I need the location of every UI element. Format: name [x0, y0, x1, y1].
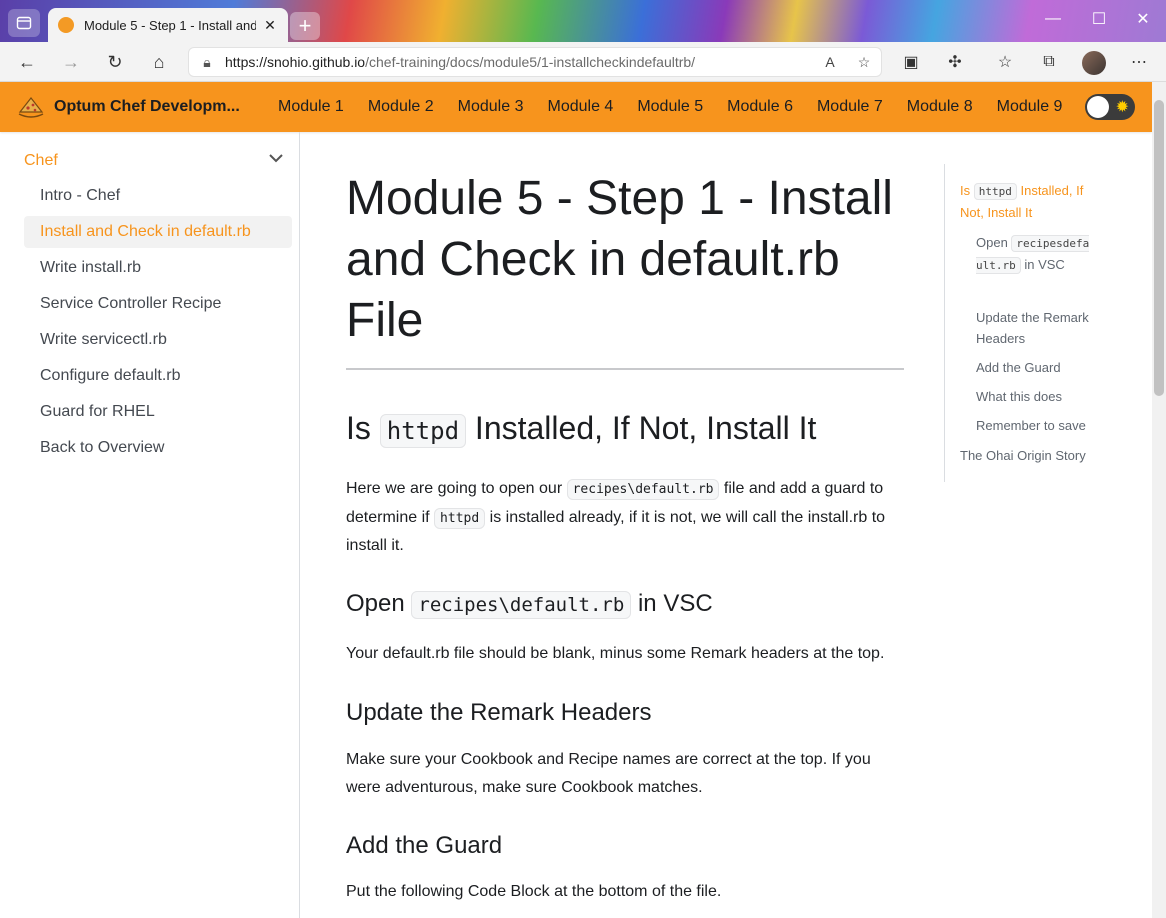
toc-item-httpd[interactable]: Is httpd Installed, If Not, Install It	[960, 180, 1095, 223]
site-brand[interactable]: Optum Chef Developm...	[54, 98, 254, 116]
table-of-contents: Is httpd Installed, If Not, Install It O…	[944, 164, 1104, 482]
browser-toolbar: ← → ↻ ⌂ 🔒︎ https://snohio.github.io/chef…	[0, 42, 1166, 82]
sidebar-item-write-install[interactable]: Write install.rb	[24, 252, 292, 284]
chef-logo-icon[interactable]	[16, 92, 46, 122]
toggle-knob	[1087, 96, 1109, 118]
sun-icon: ✹	[1115, 99, 1129, 116]
title-divider	[346, 368, 904, 370]
forward-icon[interactable]: →	[56, 47, 86, 77]
toc-item-what-this-does[interactable]: What this does	[976, 386, 1101, 407]
lock-icon: 🔒︎	[203, 53, 211, 70]
toc-item-open-default[interactable]: Open recipesdefault.rb in VSC	[976, 232, 1094, 276]
heading-update-remark: Update the Remark Headers	[346, 699, 652, 726]
toc-item-remember-save[interactable]: Remember to save	[976, 415, 1101, 436]
toc-item-ohai-origin[interactable]: The Ohai Origin Story	[960, 445, 1100, 466]
tab-title: Module 5 - Step 1 - Install and Check	[84, 17, 256, 33]
nav-module-9[interactable]: Module 9	[985, 98, 1075, 116]
toc-item-update-remark[interactable]: Update the Remark Headers	[976, 307, 1101, 349]
docs-sidebar: Chef Intro - Chef Install and Check in d…	[0, 132, 300, 918]
url-text: https://snohio.github.io/chef-training/d…	[225, 54, 696, 70]
section-heading-httpd: Is httpd Installed, If Not, Install It	[346, 410, 817, 448]
home-icon[interactable]: ⌂	[144, 47, 174, 77]
browser-tab[interactable]: Module 5 - Step 1 - Install and Check ✕	[48, 8, 288, 42]
paragraph-code-block: Put the following Code Block at the bott…	[346, 883, 722, 900]
nav-module-4[interactable]: Module 4	[535, 98, 625, 116]
tab-actions-icon[interactable]	[8, 9, 40, 37]
favorites-icon[interactable]: ☆	[990, 47, 1020, 77]
sidebar-item-configure-default[interactable]: Configure default.rb	[24, 360, 292, 392]
minimize-icon[interactable]: —	[1030, 0, 1076, 38]
sidebar-item-install-check[interactable]: Install and Check in default.rb	[24, 216, 292, 248]
sidebar-item-write-servicectl[interactable]: Write servicectl.rb	[24, 324, 292, 356]
page-title: Module 5 - Step 1 - Install and Check in…	[346, 172, 893, 347]
site-favicon-icon	[58, 17, 74, 33]
favorite-star-icon[interactable]: ☆	[847, 54, 881, 71]
sidebar-item-back-overview[interactable]: Back to Overview	[24, 432, 292, 464]
close-tab-icon[interactable]: ✕	[262, 17, 278, 34]
paragraph-cookbook-names: Make sure your Cookbook and Recipe names…	[346, 751, 871, 796]
sidebar-category-label: Chef	[24, 151, 58, 169]
read-aloud-icon[interactable]: A	[813, 54, 847, 70]
sidebar-item-guard-rhel[interactable]: Guard for RHEL	[24, 396, 292, 428]
browser-titlebar: Module 5 - Step 1 - Install and Check ✕ …	[0, 0, 1166, 42]
collections-app-icon[interactable]: ▣	[896, 47, 926, 77]
dark-mode-toggle[interactable]: ✹	[1085, 94, 1135, 120]
back-icon[interactable]: ←	[12, 47, 42, 77]
extensions-icon[interactable]: ✣	[940, 47, 970, 77]
sidebar-category-chef[interactable]: Chef	[24, 150, 284, 171]
sidebar-item-service-controller[interactable]: Service Controller Recipe	[24, 288, 292, 320]
scrollbar-thumb[interactable]	[1154, 100, 1164, 396]
chevron-down-icon[interactable]	[268, 150, 284, 171]
heading-open-default: Open recipes\default.rb in VSC	[346, 590, 713, 619]
refresh-icon[interactable]: ↻	[100, 47, 130, 77]
more-menu-icon[interactable]: ⋯	[1124, 47, 1154, 77]
nav-module-2[interactable]: Module 2	[356, 98, 446, 116]
collections-icon[interactable]: ⧉	[1034, 47, 1064, 77]
heading-add-guard: Add the Guard	[346, 832, 503, 859]
maximize-icon[interactable]: ☐	[1076, 0, 1122, 38]
paragraph-default-blank: Your default.rb file should be blank, mi…	[346, 645, 885, 662]
nav-module-8[interactable]: Module 8	[895, 98, 985, 116]
site-navbar: Optum Chef Developm... Module 1 Module 2…	[0, 82, 1152, 132]
nav-module-5[interactable]: Module 5	[625, 98, 715, 116]
module-nav: Module 1 Module 2 Module 3 Module 4 Modu…	[266, 98, 1074, 116]
toc-item-add-guard[interactable]: Add the Guard	[976, 357, 1101, 378]
close-window-icon[interactable]: ✕	[1120, 0, 1166, 38]
nav-module-6[interactable]: Module 6	[715, 98, 805, 116]
nav-module-3[interactable]: Module 3	[446, 98, 536, 116]
new-tab-button[interactable]: +	[290, 12, 320, 40]
sidebar-item-intro[interactable]: Intro - Chef	[24, 180, 292, 212]
nav-module-1[interactable]: Module 1	[266, 98, 356, 116]
address-bar[interactable]: 🔒︎ https://snohio.github.io/chef-trainin…	[188, 47, 882, 77]
profile-avatar[interactable]	[1082, 51, 1106, 75]
intro-paragraph: Here we are going to open our recipes\de…	[346, 479, 886, 554]
nav-module-7[interactable]: Module 7	[805, 98, 895, 116]
